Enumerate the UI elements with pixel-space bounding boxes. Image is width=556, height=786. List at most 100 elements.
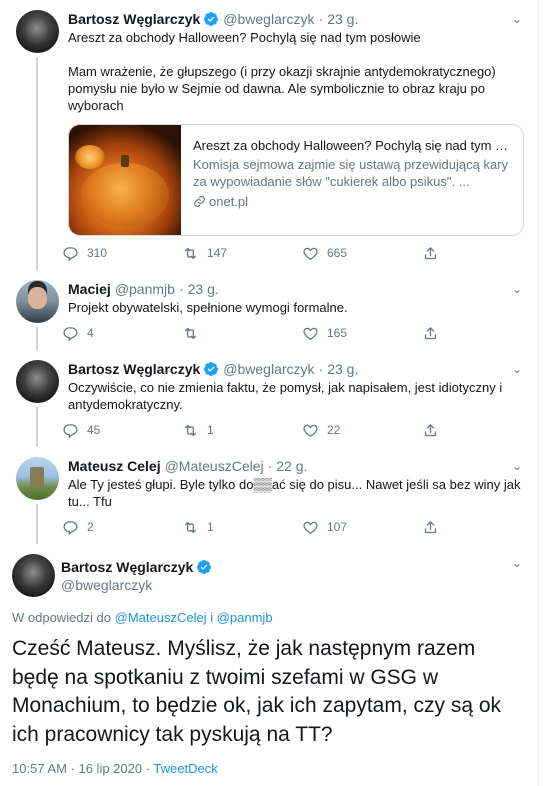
author-handle[interactable]: @bweglarczyk xyxy=(223,360,314,378)
share-icon xyxy=(424,326,437,339)
like-button[interactable]: 165 xyxy=(302,325,422,342)
tweet-paragraph: Oczywiście, co nie zmienia faktu, że pom… xyxy=(68,380,503,412)
focused-tweet-header: Bartosz Węglarczyk @bweglarczyk ⌄ xyxy=(12,554,524,597)
tweet[interactable]: Maciej @panmjb · 23 g. ⌄ Projekt obywate… xyxy=(0,270,538,350)
reply-icon xyxy=(63,326,78,341)
tweet-paragraph: Projekt obywatelski, spełnione wymogi fo… xyxy=(68,300,348,315)
tweet-text: Ale Ty jesteś głupi. Byle tylko do▒▒ać s… xyxy=(68,476,524,510)
tweet-text: Oczywiście, co nie zmienia faktu, że pom… xyxy=(68,379,524,413)
author-name[interactable]: Mateusz Celej xyxy=(68,457,161,475)
reply-icon xyxy=(63,423,78,438)
retweet-button[interactable]: 1 xyxy=(182,519,302,536)
like-count: 22 xyxy=(327,423,341,437)
reply-button[interactable]: 310 xyxy=(62,245,182,262)
tweet-time[interactable]: 22 g. xyxy=(276,457,307,475)
avatar[interactable] xyxy=(15,10,59,53)
avatar-column xyxy=(12,280,62,350)
reply-button[interactable]: 4 xyxy=(62,325,182,342)
author-handle[interactable]: @bweglarczyk xyxy=(223,10,314,28)
chevron-down-icon[interactable]: ⌄ xyxy=(510,10,524,28)
author-name[interactable]: Bartosz Węglarczyk xyxy=(68,360,200,378)
mention-link[interactable]: @MateuszCelej xyxy=(115,610,207,625)
author-handle[interactable]: @bweglarczyk xyxy=(61,576,212,594)
share-icon xyxy=(424,423,437,436)
like-button[interactable]: 107 xyxy=(302,519,422,536)
avatar[interactable] xyxy=(15,280,59,323)
link-icon xyxy=(194,196,205,207)
tweet-content: Bartosz Węglarczyk @bweglarczyk · 23 g. … xyxy=(62,10,524,270)
retweet-button[interactable]: 1 xyxy=(182,422,302,439)
link-card[interactable]: Areszt za obchody Halloween? Pochylą się… xyxy=(68,124,524,236)
card-thumbnail xyxy=(69,125,181,235)
tweet-content: Mateusz Celej @MateuszCelej · 22 g. ⌄ Al… xyxy=(62,457,524,544)
tweet-time[interactable]: 23 g. xyxy=(188,280,219,298)
reply-count: 310 xyxy=(87,246,108,260)
tweet-text: Projekt obywatelski, spełnione wymogi fo… xyxy=(68,299,524,316)
mention-link[interactable]: @panmjb xyxy=(217,610,273,625)
retweet-icon xyxy=(184,327,197,339)
like-icon xyxy=(303,247,318,260)
avatar[interactable] xyxy=(15,457,59,500)
tweet-time[interactable]: 23 g. xyxy=(327,360,358,378)
tweet-content: Maciej @panmjb · 23 g. ⌄ Projekt obywate… xyxy=(62,280,524,350)
tweet-header: Bartosz Węglarczyk @bweglarczyk · 23 g. … xyxy=(68,10,524,28)
like-count: 107 xyxy=(327,520,348,534)
retweet-icon xyxy=(184,247,197,259)
reply-icon xyxy=(63,520,78,535)
author-handle[interactable]: @panmjb xyxy=(115,280,175,298)
pumpkin-shape xyxy=(81,163,169,227)
chevron-down-icon[interactable]: ⌄ xyxy=(510,360,524,378)
like-count: 665 xyxy=(327,246,348,260)
tweet[interactable]: Mateusz Celej @MateuszCelej · 22 g. ⌄ Al… xyxy=(0,447,538,544)
retweet-count: 1 xyxy=(207,520,214,534)
thread-line xyxy=(36,407,38,447)
pumpkin-shape xyxy=(75,145,105,169)
tweet[interactable]: Bartosz Węglarczyk @bweglarczyk · 23 g. … xyxy=(0,0,538,270)
tweet-meta: 10:57 AM · 16 lip 2020 · TweetDeck xyxy=(12,761,524,776)
tweet-time[interactable]: 23 g. xyxy=(327,10,358,28)
author-name[interactable]: Bartosz Węglarczyk xyxy=(61,559,193,575)
thread-line xyxy=(36,57,38,270)
pumpkin-stem xyxy=(121,155,129,167)
verified-badge-icon xyxy=(204,12,219,26)
author-name[interactable]: Maciej xyxy=(68,280,111,298)
tweet-timestamp[interactable]: 10:57 AM · 16 lip 2020 · xyxy=(12,761,150,776)
share-button[interactable] xyxy=(422,245,447,262)
like-button[interactable]: 665 xyxy=(302,245,422,262)
tweet-actions: 4 165 xyxy=(62,316,524,350)
share-button[interactable] xyxy=(422,325,447,342)
tweet-client-link[interactable]: TweetDeck xyxy=(153,761,217,776)
author-name[interactable]: Bartosz Węglarczyk xyxy=(68,10,200,28)
reply-icon xyxy=(63,246,78,261)
tweet-text: Areszt za obchody Halloween? Pochylą się… xyxy=(68,29,524,114)
reply-count: 45 xyxy=(87,423,101,437)
like-count: 165 xyxy=(327,326,348,340)
reply-button[interactable]: 2 xyxy=(62,519,182,536)
timeline: Bartosz Węglarczyk @bweglarczyk · 23 g. … xyxy=(0,0,539,786)
card-domain-row: onet.pl xyxy=(193,193,513,210)
like-button[interactable]: 22 xyxy=(302,422,422,439)
tweet[interactable]: Bartosz Węglarczyk @bweglarczyk · 23 g. … xyxy=(0,350,538,447)
avatar[interactable] xyxy=(15,360,59,403)
retweet-button[interactable] xyxy=(182,325,302,342)
chevron-down-icon[interactable]: ⌄ xyxy=(510,556,524,570)
separator-dot: · xyxy=(318,361,324,377)
tweet-header: Maciej @panmjb · 23 g. ⌄ xyxy=(68,280,524,298)
author-handle[interactable]: @MateuszCelej xyxy=(165,457,264,475)
share-icon xyxy=(424,520,437,533)
separator-dot: · xyxy=(318,11,324,27)
verified-badge-icon xyxy=(197,559,212,574)
thread-line xyxy=(36,504,38,544)
chevron-down-icon[interactable]: ⌄ xyxy=(510,457,524,475)
retweet-button[interactable]: 147 xyxy=(182,245,302,262)
tweet-header: Bartosz Węglarczyk @bweglarczyk · 23 g. … xyxy=(68,360,524,378)
tweet-paragraph: Areszt za obchody Halloween? Pochylą się… xyxy=(68,30,421,45)
reply-context: W odpowiedzi do @MateuszCelej i @panmjb xyxy=(12,610,524,625)
chevron-down-icon[interactable]: ⌄ xyxy=(510,280,524,298)
reply-button[interactable]: 45 xyxy=(62,422,182,439)
tweet-actions: 45 1 22 xyxy=(62,413,524,447)
tweet-header: Mateusz Celej @MateuszCelej · 22 g. ⌄ xyxy=(68,457,524,475)
avatar[interactable] xyxy=(12,554,55,597)
share-button[interactable] xyxy=(422,519,447,536)
share-button[interactable] xyxy=(422,422,447,439)
